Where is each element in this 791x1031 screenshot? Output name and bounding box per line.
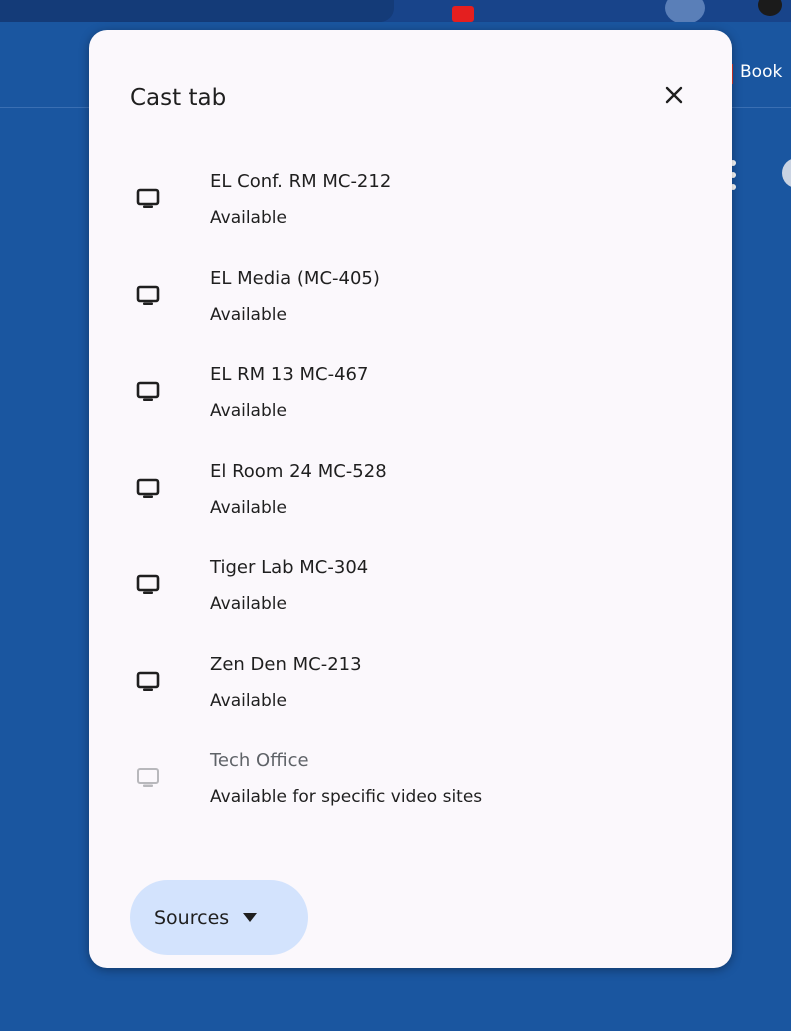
sink-name: EL Conf. RM MC-212 [210, 171, 392, 192]
sources-button[interactable]: Sources [130, 880, 308, 955]
sources-label: Sources [154, 906, 230, 929]
tv-icon [136, 381, 160, 401]
sink-item[interactable]: EL Conf. RM MC-212 Available [89, 158, 732, 255]
close-icon [665, 86, 683, 104]
sink-status: Available [210, 497, 287, 518]
sink-status: Available [210, 690, 287, 711]
address-bar[interactable] [0, 0, 394, 22]
sink-item[interactable]: EL Media (MC-405) Available [89, 255, 732, 352]
sink-name: EL RM 13 MC-467 [210, 364, 369, 385]
sink-status: Available for specific video sites [210, 787, 483, 807]
tv-icon [136, 671, 160, 691]
sink-list: EL Conf. RM MC-212 Available EL Media (M… [89, 158, 732, 834]
tv-icon [136, 478, 160, 498]
tv-icon [137, 768, 159, 787]
dialog-title: Cast tab [130, 85, 227, 111]
tv-icon [136, 188, 160, 208]
cast-dialog: Cast tab EL Conf. RM MC-212 Available EL… [89, 30, 732, 968]
account-icon[interactable] [758, 0, 782, 16]
sink-name: Zen Den MC-213 [210, 653, 362, 675]
sink-status: Available [210, 594, 287, 614]
sink-item[interactable]: Zen Den MC-213 Available [89, 641, 732, 738]
side-avatar[interactable] [782, 158, 791, 188]
sink-status: Available [210, 208, 287, 228]
sink-item[interactable]: EL RM 13 MC-467 Available [89, 351, 732, 448]
close-button[interactable] [659, 80, 689, 110]
dropdown-caret-icon [243, 913, 258, 922]
sink-item[interactable]: Tiger Lab MC-304 Available [89, 544, 732, 641]
sink-item-disabled[interactable]: Tech Office Available for specific video… [89, 737, 732, 834]
tv-icon [136, 285, 160, 305]
sink-item[interactable]: El Room 24 MC-528 Available [89, 448, 732, 545]
sink-name: EL Media (MC-405) [210, 267, 380, 289]
browser-toolbar [0, 0, 791, 24]
sink-name: Tiger Lab MC-304 [210, 557, 369, 578]
sink-name: Tech Office [210, 750, 309, 771]
bookmark-item[interactable]: Book [729, 62, 782, 84]
sink-status: Available [210, 401, 287, 421]
sink-status: Available [210, 304, 287, 325]
tv-icon [136, 574, 160, 594]
sink-name: El Room 24 MC-528 [210, 460, 387, 482]
profile-avatar[interactable] [665, 0, 705, 24]
extension-icon[interactable] [452, 6, 474, 22]
